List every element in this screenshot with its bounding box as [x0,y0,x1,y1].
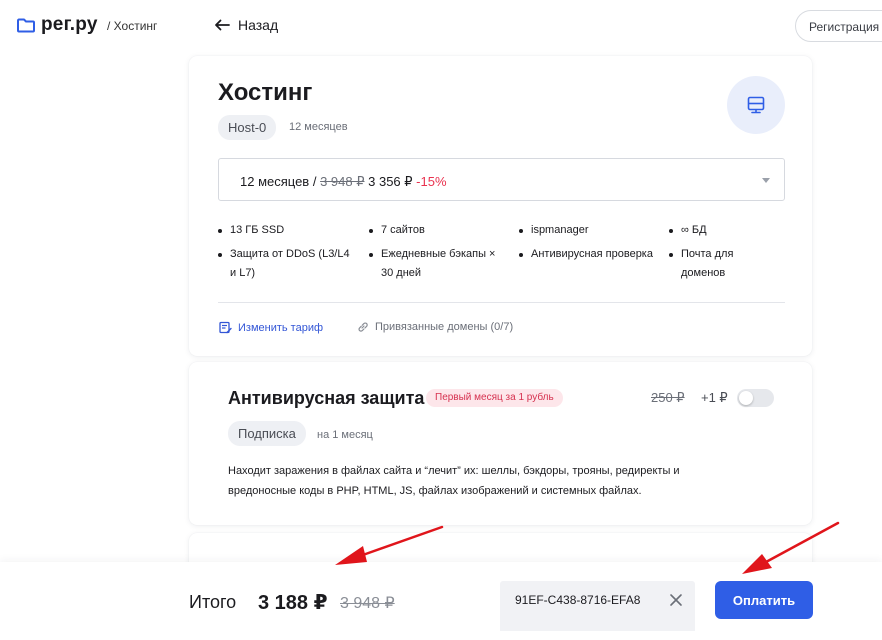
subscription-term: на 1 месяц [317,429,373,441]
hosting-title: Хостинг [218,79,313,106]
antivirus-card: Антивирусная защита Первый месяц за 1 ру… [189,362,812,525]
server-badge [727,76,785,134]
promo-badge: Первый месяц за 1 рубль [426,389,563,407]
feature-item: 13 ГБ SSD [218,221,358,240]
feature-item: Антивирусная проверка [519,245,659,264]
folder-logo-icon [17,18,35,33]
total-old-price: 3 948 ₽ [340,595,395,612]
feature-column: ispmanager Антивирусная проверка [519,221,659,269]
feature-column: ∞ БД Почта для доменов [669,221,809,288]
antivirus-title: Антивирусная защита [228,388,425,408]
feature-item: Почта для доменов [669,245,744,283]
logo[interactable]: рег.ру [17,14,98,36]
linked-domains-label: Привязанные домены (0/7) [375,321,514,333]
edit-plan-icon [219,321,232,334]
feature-item: Защита от DDoS (L3/L4 и L7) [218,245,358,283]
logo-text: рег.ру [41,14,98,35]
feature-column: 13 ГБ SSD Защита от DDoS (L3/L4 и L7) [218,221,358,288]
chevron-down-icon [762,178,770,183]
antivirus-new-price: +1 ₽ [701,390,728,405]
linked-domains-link[interactable]: Привязанные домены (0/7) [357,321,513,333]
subscription-chip: Подписка [228,421,306,446]
total-label: Итого [189,592,237,612]
hosting-card: Хостинг Host-0 12 месяцев 12 месяцев / 3… [189,56,812,356]
period-select[interactable]: 12 месяцев / 3 948 ₽ 3 356 ₽ -15% [218,158,785,201]
feature-item: 7 сайтов [369,221,509,240]
divider [218,302,785,303]
arrow-left-icon [215,19,230,31]
breadcrumb[interactable]: / Хостинг [107,19,157,33]
plan-chip: Host-0 [218,115,277,140]
server-icon [747,96,765,114]
period-new-price: 3 356 ₽ [368,174,413,189]
feature-item: Ежедневные бэкапы × 30 дней [369,245,509,283]
pay-button[interactable]: Оплатить [715,581,813,619]
register-button[interactable]: Регистрация [795,10,882,42]
back-label: Назад [238,17,279,33]
antivirus-toggle[interactable] [737,389,774,407]
feature-column: 7 сайтов Ежедневные бэкапы × 30 дней [369,221,509,288]
toggle-knob [739,391,753,405]
total-value: 3 188 ₽ [258,592,328,614]
back-button[interactable]: Назад [214,17,278,33]
period-old-price: 3 948 ₽ [320,174,365,189]
period-discount: -15% [416,174,447,189]
close-icon[interactable] [669,593,683,612]
antivirus-description: Находит заражения в файлах сайта и “лечи… [228,465,680,497]
antivirus-old-price: 250 ₽ [651,390,685,405]
change-plan-link[interactable]: Изменить тариф [219,321,323,334]
change-plan-label: Изменить тариф [238,321,324,334]
feature-item: ∞ БД [669,221,809,240]
feature-item: ispmanager [519,221,659,240]
link-icon [358,322,368,332]
checkout-bar: Итого 3 188 ₽ 3 948 ₽ 91EF-C438-8716-EFA… [0,562,882,640]
period-label: 12 месяцев / [240,174,317,189]
promo-code-input[interactable]: 91EF-C438-8716-EFA8 [500,581,695,631]
plan-term: 12 месяцев [289,121,348,133]
